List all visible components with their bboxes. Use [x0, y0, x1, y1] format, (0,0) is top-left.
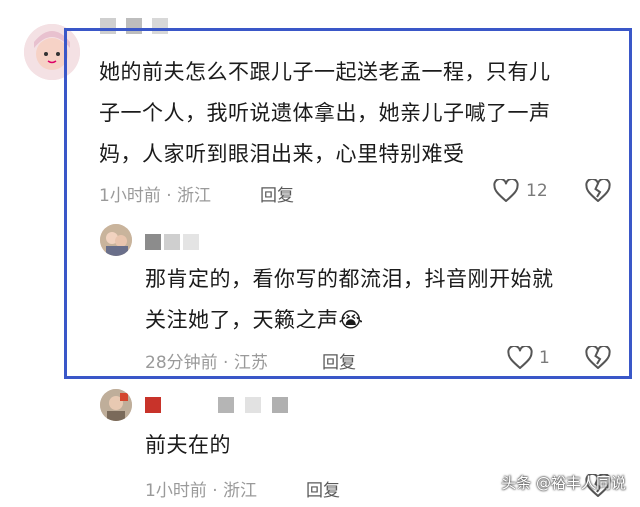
comment-text: 那肯定的，看你写的都流泪，抖音刚开始就 关注她了，天籁之声😭 — [145, 267, 554, 332]
reply-avatar[interactable] — [100, 224, 132, 256]
dislike-icon[interactable] — [585, 179, 611, 203]
crying-emoji-icon: 😭 — [338, 308, 364, 332]
comment-text: 前夫在的 — [145, 433, 231, 457]
like-button[interactable]: 12 — [493, 178, 553, 206]
like-count: 12 — [526, 181, 548, 201]
comment-meta: 28分钟前 · 江苏 — [145, 353, 268, 373]
watermark: 头条 @裕丰人同说 — [501, 474, 626, 492]
comment-meta: 1小时前 · 浙江 — [99, 186, 212, 206]
comment-text: 她的前夫怎么不跟儿子一起送老孟一程，只有儿 子一个人，我听说遗体拿出，她亲儿子喊… — [99, 60, 551, 166]
avatar-image — [100, 224, 132, 256]
comment-meta: 1小时前 · 浙江 — [145, 481, 258, 501]
reply-button[interactable]: 回复 — [322, 348, 356, 373]
heart-icon — [493, 179, 519, 202]
reply-button[interactable]: 回复 — [260, 181, 294, 206]
like-button[interactable]: 1 — [507, 345, 557, 373]
reply-button[interactable]: 回复 — [306, 476, 340, 501]
heart-icon — [507, 346, 533, 369]
like-count: 1 — [539, 348, 550, 368]
dislike-icon[interactable] — [585, 346, 611, 370]
avatar-image — [100, 389, 132, 421]
reply-avatar[interactable] — [100, 389, 132, 421]
